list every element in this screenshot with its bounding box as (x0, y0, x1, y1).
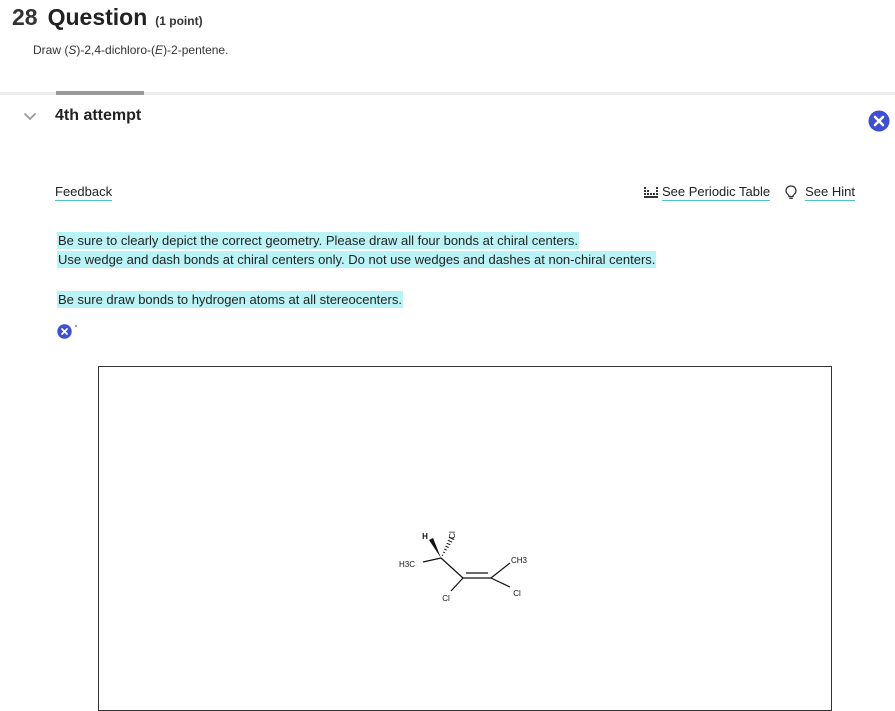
attempt-progress-bar (56, 91, 144, 95)
atom-label-ch3: CH3 (511, 556, 528, 565)
atom-label-cl-left: Cl (442, 594, 450, 603)
bond-c4-c3 (441, 558, 463, 578)
bond-c2-cl (491, 578, 510, 587)
see-hint-button[interactable]: See Hint (784, 184, 855, 201)
hashed-wedge-bond (441, 537, 455, 558)
question-header: 28 Question (1 point) (12, 4, 203, 36)
atom-label-h: H (422, 532, 428, 541)
chevron-down-icon[interactable] (22, 109, 38, 125)
see-periodic-table-button[interactable]: See Periodic Table (644, 184, 770, 201)
question-prompt: Draw (S)-2,4-dichloro-(E)-2-pentene. (33, 43, 228, 57)
atom-label-cl-top: Cl (448, 531, 457, 539)
incorrect-x-icon (57, 324, 72, 339)
solid-wedge-bond (429, 538, 441, 558)
feedback-message: Be sure to clearly depict the correct ge… (57, 233, 579, 248)
question-title: Question (48, 4, 148, 31)
lightbulb-icon (784, 185, 798, 200)
close-icon[interactable] (868, 110, 890, 132)
molecule-structure: H Cl H3C CH3 Cl Cl (99, 367, 831, 710)
atom-label-h3c: H3C (399, 560, 415, 569)
feedback-message: Be sure draw bonds to hydrogen atoms at … (57, 292, 403, 307)
feedback-message: Use wedge and dash bonds at chiral cente… (57, 252, 656, 267)
atom-label-cl-right: Cl (513, 589, 521, 598)
question-points: (1 point) (155, 14, 202, 28)
question-tools: See Periodic Table See Hint (644, 184, 855, 201)
hint-label: See Hint (805, 184, 855, 201)
feedback-link[interactable]: Feedback (55, 184, 112, 201)
result-mark: ' (75, 324, 77, 335)
bond-c2-ch3 (491, 563, 510, 578)
molecule-drawing-canvas[interactable]: H Cl H3C CH3 Cl Cl (98, 366, 832, 711)
bond-h3c-c4 (423, 558, 441, 562)
bond-c3-cl (451, 578, 463, 591)
question-number: 28 (12, 4, 38, 31)
attempt-label[interactable]: 4th attempt (55, 107, 141, 125)
periodic-table-icon (644, 186, 659, 199)
periodic-table-label: See Periodic Table (662, 184, 770, 201)
